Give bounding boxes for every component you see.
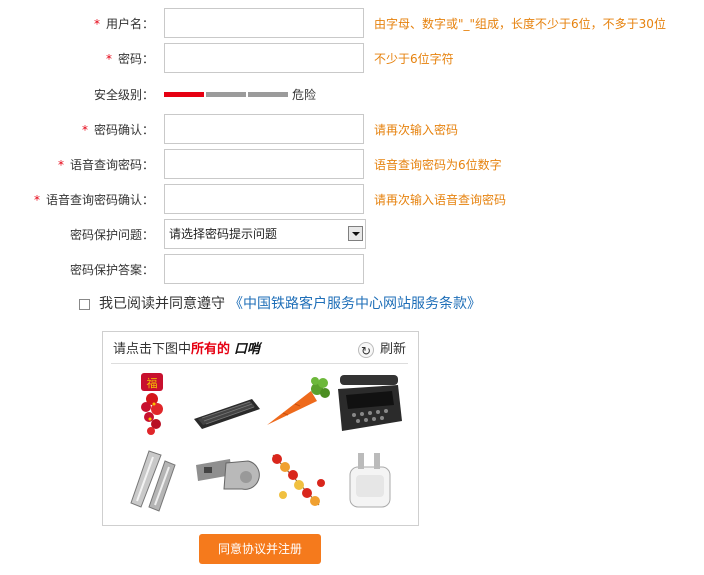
power-plug-adapter-icon[interactable] xyxy=(334,445,404,515)
captcha-target-word: 口哨 xyxy=(234,342,261,357)
strength-segment-1 xyxy=(164,92,204,97)
agree-checkbox[interactable] xyxy=(79,299,90,310)
terms-link[interactable]: 《中国铁路客户服务中心网站服务条款》 xyxy=(229,290,481,318)
strength-segment-3 xyxy=(248,92,288,97)
agree-text: 我已阅读并同意遵守 xyxy=(99,296,225,312)
security-strength-bar xyxy=(164,92,288,97)
silver-whistle-icon[interactable] xyxy=(192,445,262,515)
captcha-instruction-highlight: 所有的 xyxy=(191,342,231,357)
required-mark: * xyxy=(105,52,112,66)
username-hint: 由字母、数字或"_"组成，长度不少于6位，不多于30位 xyxy=(374,17,666,31)
security-level-label: 安全级别： xyxy=(93,88,154,102)
required-mark: * xyxy=(33,193,40,207)
answer-label: 密码保护答案： xyxy=(69,263,154,277)
typewriter-icon[interactable] xyxy=(334,369,404,439)
voice-password-row: * 语音查询密码： 语音查询密码为6位数字 xyxy=(0,149,704,181)
captcha-instruction-prefix: 请点击下图中 xyxy=(113,342,192,357)
voice-password-confirm-hint: 请再次输入语音查询密码 xyxy=(374,193,507,207)
answer-input[interactable] xyxy=(164,254,364,284)
captcha-panel: 请点击下图中所有的口哨 刷新 福 xyxy=(102,331,419,526)
confirm-password-hint: 请再次输入密码 xyxy=(374,123,459,137)
voice-password-confirm-label: * 语音查询密码确认： xyxy=(33,193,154,207)
voice-password-confirm-input[interactable] xyxy=(164,184,364,214)
fu-fortune-charm-icon[interactable]: 福 xyxy=(119,369,189,439)
voice-password-input[interactable] xyxy=(164,149,364,179)
security-level-row: 安全级别： 危险 xyxy=(0,79,704,111)
question-label: 密码保护问题： xyxy=(69,228,154,242)
strength-segment-2 xyxy=(206,92,246,97)
confirm-password-row: * 密码确认： 请再次输入密码 xyxy=(0,114,704,146)
captcha-divider xyxy=(111,363,408,364)
refresh-icon[interactable] xyxy=(357,341,374,361)
computer-keyboard-icon[interactable] xyxy=(192,369,262,439)
svg-text:福: 福 xyxy=(147,376,158,390)
password-label: * 密码： xyxy=(105,52,154,66)
password-row: * 密码： 不少于6位字符 xyxy=(0,43,704,75)
carrot-icon[interactable] xyxy=(263,369,333,439)
answer-row: 密码保护答案： xyxy=(0,254,704,286)
chevron-down-icon[interactable] xyxy=(348,226,363,241)
firecracker-string-icon[interactable] xyxy=(263,445,333,515)
voice-password-hint: 语音查询密码为6位数字 xyxy=(374,158,502,172)
question-selected-value: 请选择密码提示问题 xyxy=(169,227,278,241)
username-input[interactable] xyxy=(164,8,364,38)
required-mark: * xyxy=(93,17,100,31)
security-level-text: 危险 xyxy=(292,88,317,102)
metal-whistle-icon[interactable] xyxy=(119,445,189,515)
agree-and-register-button[interactable]: 同意协议并注册 xyxy=(199,534,321,564)
password-input[interactable] xyxy=(164,43,364,73)
confirm-password-input[interactable] xyxy=(164,114,364,144)
captcha-refresh-button[interactable]: 刷新 xyxy=(357,340,406,361)
username-label: * 用户名： xyxy=(93,17,154,31)
captcha-instruction: 请点击下图中所有的 口哨 xyxy=(113,340,260,360)
required-mark: * xyxy=(57,158,64,172)
password-hint: 不少于6位字符 xyxy=(374,52,454,66)
required-mark: * xyxy=(81,123,88,137)
captcha-refresh-label: 刷新 xyxy=(379,342,406,357)
question-row: 密码保护问题： 请选择密码提示问题 xyxy=(0,219,704,251)
username-row: * 用户名： 由字母、数字或"_"组成，长度不少于6位，不多于30位 xyxy=(0,8,704,40)
voice-password-confirm-row: * 语音查询密码确认： 请再次输入语音查询密码 xyxy=(0,184,704,216)
question-select[interactable]: 请选择密码提示问题 xyxy=(164,219,366,249)
confirm-password-label: * 密码确认： xyxy=(81,123,154,137)
voice-password-label: * 语音查询密码： xyxy=(57,158,154,172)
